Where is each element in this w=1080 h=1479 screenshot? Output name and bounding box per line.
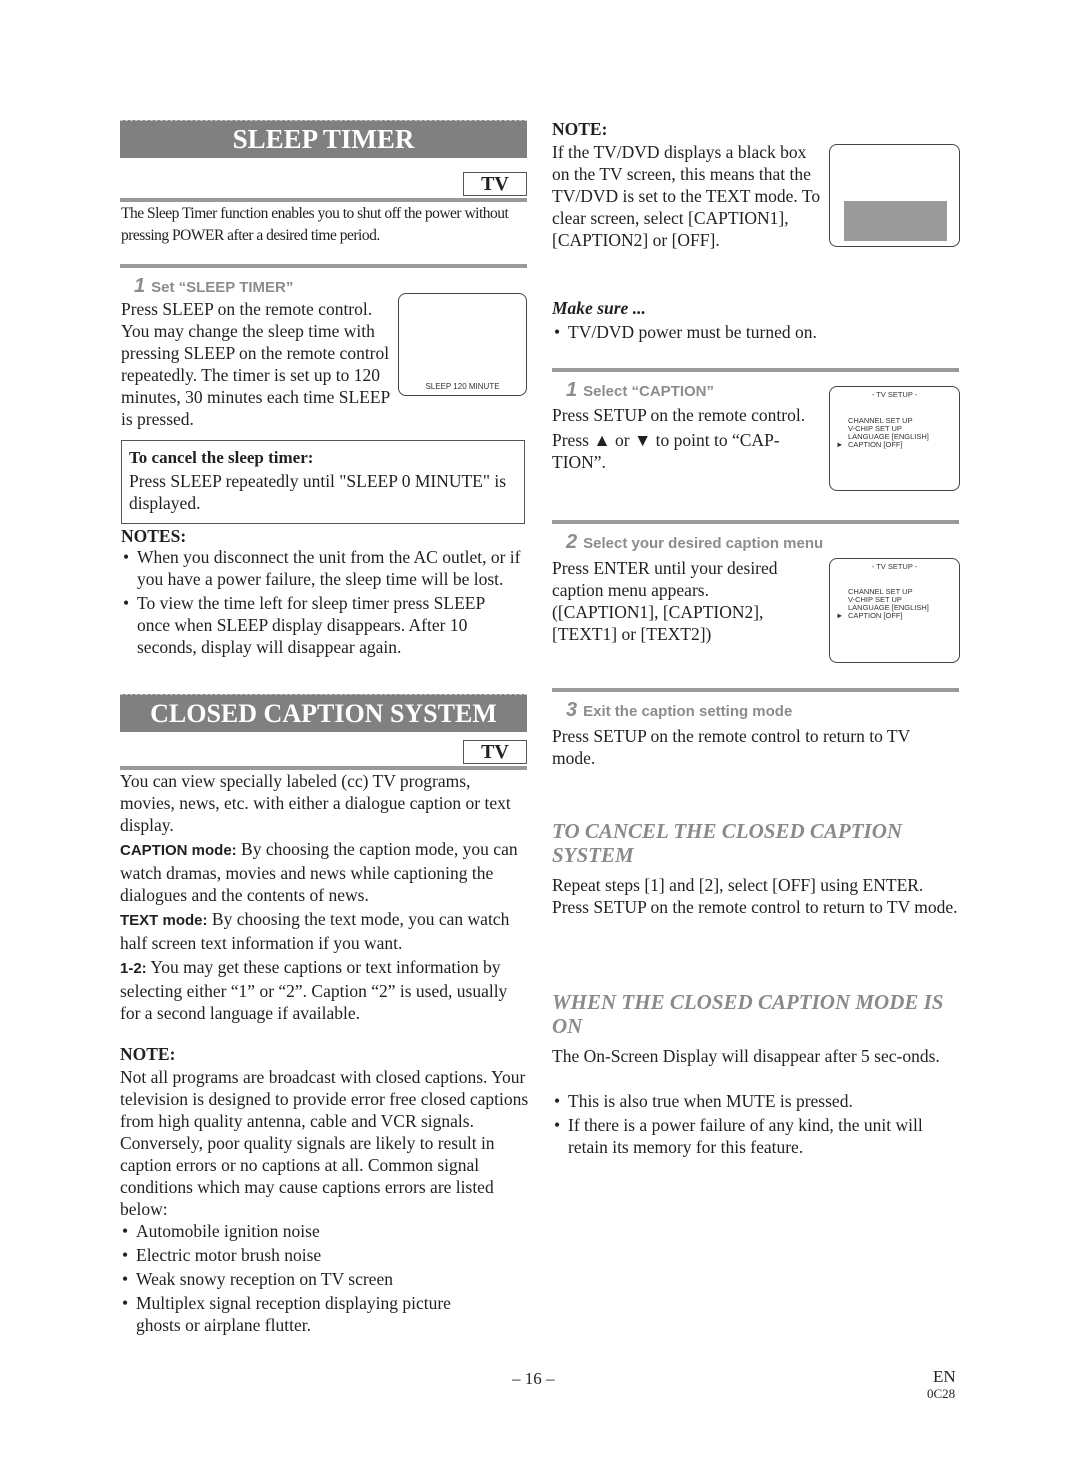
closed-caption-tv-tag: TV	[463, 740, 527, 764]
mode-text: You may get these captions or text infor…	[120, 957, 508, 1023]
closed-caption-banner: CLOSED CAPTION SYSTEM	[120, 694, 527, 732]
mode-on-list: This is also true when MUTE is pressed. …	[552, 1090, 962, 1158]
mode-label: 1-2:	[120, 960, 147, 977]
caption-1-2-desc: 1-2: You may get these captions or text …	[120, 956, 530, 1024]
sleep-notes-list: When you disconnect the unit from the AC…	[121, 546, 521, 658]
caption-error-list: Automobile ignition noise Electric motor…	[120, 1220, 520, 1336]
step-number: 1	[566, 379, 578, 401]
caption-modes: CAPTION mode: By choosing the caption mo…	[120, 838, 530, 1024]
text-mode-desc: TEXT mode: By choosing the text mode, yo…	[120, 908, 530, 954]
step-title: Exit the caption setting mode	[583, 703, 793, 720]
text-mode-note-heading: NOTE:	[552, 119, 608, 139]
caption-step-2-text: Press ENTER until your desired caption m…	[552, 558, 778, 644]
caption-step-2-heading: 2 Select your desired caption menu	[566, 532, 823, 554]
divider	[552, 520, 959, 524]
setup-screen-step-2: - TV SETUP - CHANNEL SET UP V-CHIP SET U…	[829, 558, 960, 663]
list-item: Automobile ignition noise	[120, 1220, 520, 1242]
caption-note-heading: NOTE:	[120, 1044, 176, 1064]
cancel-sleep-heading: To cancel the sleep timer:	[129, 448, 314, 467]
caption-step-3-text: Press SETUP on the remote control to ret…	[552, 726, 910, 768]
text-mode-note-text: If the TV/DVD displays a black box on th…	[552, 142, 821, 250]
step-title: Select “CAPTION”	[583, 383, 714, 400]
footer-code: 0C28	[927, 1386, 956, 1401]
list-item: TV/DVD power must be turned on.	[552, 321, 952, 343]
cancel-caption-heading: TO CANCEL THE CLOSED CAPTION SYSTEM	[552, 819, 903, 867]
list-item: When you disconnect the unit from the AC…	[121, 546, 521, 590]
closed-caption-title: CLOSED CAPTION SYSTEM	[150, 699, 497, 728]
osd-title: - TV SETUP -	[871, 390, 918, 399]
divider	[120, 264, 527, 268]
osd-menu: CHANNEL SET UP V-CHIP SET UP LANGUAGE [E…	[848, 417, 929, 449]
caption-step-1-line-1: Press SETUP on the remote control.	[552, 405, 806, 425]
mode-label: CAPTION mode:	[120, 842, 237, 859]
osd-title: - TV SETUP -	[871, 562, 918, 571]
caption-step-3-heading: 3 Exit the caption setting mode	[566, 700, 792, 722]
step-title: Set “SLEEP TIMER”	[151, 279, 294, 296]
sleep-timer-banner: SLEEP TIMER	[120, 120, 527, 158]
closed-caption-intro: You can view specially labeled (cc) TV p…	[120, 771, 511, 835]
step-number: 1	[134, 275, 146, 297]
sleep-timer-tv-tag: TV	[463, 172, 527, 196]
mode-label: TEXT mode:	[120, 912, 208, 929]
list-item: If there is a power failure of any kind,…	[552, 1114, 962, 1158]
setup-screen-step-1: - TV SETUP - CHANNEL SET UP V-CHIP SET U…	[829, 386, 960, 491]
make-sure-heading: Make sure ...	[552, 298, 646, 318]
step-number: 3	[566, 699, 578, 721]
cancel-sleep-box: To cancel the sleep timer: Press SLEEP r…	[121, 440, 525, 524]
footer-language: EN	[933, 1367, 956, 1386]
sleep-notes-heading: NOTES:	[121, 526, 187, 546]
page-number: – 16 –	[512, 1369, 555, 1388]
osd-menu-item: CAPTION [OFF]	[848, 440, 903, 449]
sleep-step-1-text: Press SLEEP on the remote control. You m…	[121, 299, 390, 429]
cancel-caption-text: Repeat steps [1] and [2], select [OFF] u…	[552, 875, 958, 917]
divider	[552, 688, 959, 692]
step-number: 2	[566, 531, 578, 553]
divider	[120, 198, 527, 202]
make-sure-list: TV/DVD power must be turned on.	[552, 321, 952, 343]
list-item: Weak snowy reception on TV screen	[120, 1268, 520, 1290]
divider	[552, 368, 959, 372]
osd-menu: CHANNEL SET UP V-CHIP SET UP LANGUAGE [E…	[848, 588, 929, 620]
step-title: Select your desired caption menu	[583, 535, 824, 552]
cancel-sleep-text: Press SLEEP repeatedly until "SLEEP 0 MI…	[129, 471, 507, 513]
sleep-screen-readout: SLEEP 120 MINUTE	[425, 382, 500, 391]
mode-on-heading: WHEN THE CLOSED CAPTION MODE IS ON	[552, 990, 944, 1038]
caption-step-1-line-2: Press ▲ or ▼ to point to “CAP-TION”.	[552, 430, 780, 472]
caption-mode-desc: CAPTION mode: By choosing the caption mo…	[120, 838, 530, 906]
sleep-timer-title: SLEEP TIMER	[232, 124, 415, 154]
list-item: Electric motor brush noise	[120, 1244, 520, 1266]
osd-cursor-icon: ►	[836, 440, 844, 449]
sleep-timer-intro: The Sleep Timer function enables you to …	[121, 205, 509, 244]
list-item: To view the time left for sleep timer pr…	[121, 592, 521, 658]
mode-on-text: The On-Screen Display will disappear aft…	[552, 1046, 940, 1066]
text-mode-tv-screen	[829, 144, 960, 247]
osd-cursor-icon: ►	[836, 611, 844, 620]
sleep-step-1-heading: 1 Set “SLEEP TIMER”	[134, 276, 293, 298]
caption-step-1-heading: 1 Select “CAPTION”	[566, 380, 714, 402]
osd-menu-item: CAPTION [OFF]	[848, 611, 903, 620]
list-item: This is also true when MUTE is pressed.	[552, 1090, 962, 1112]
sleep-tv-screen: SLEEP 120 MINUTE	[398, 293, 527, 396]
caption-note-text: Not all programs are broadcast with clos…	[120, 1067, 529, 1219]
list-item: Multiplex signal reception displaying pi…	[120, 1292, 486, 1336]
black-text-box	[844, 201, 947, 241]
